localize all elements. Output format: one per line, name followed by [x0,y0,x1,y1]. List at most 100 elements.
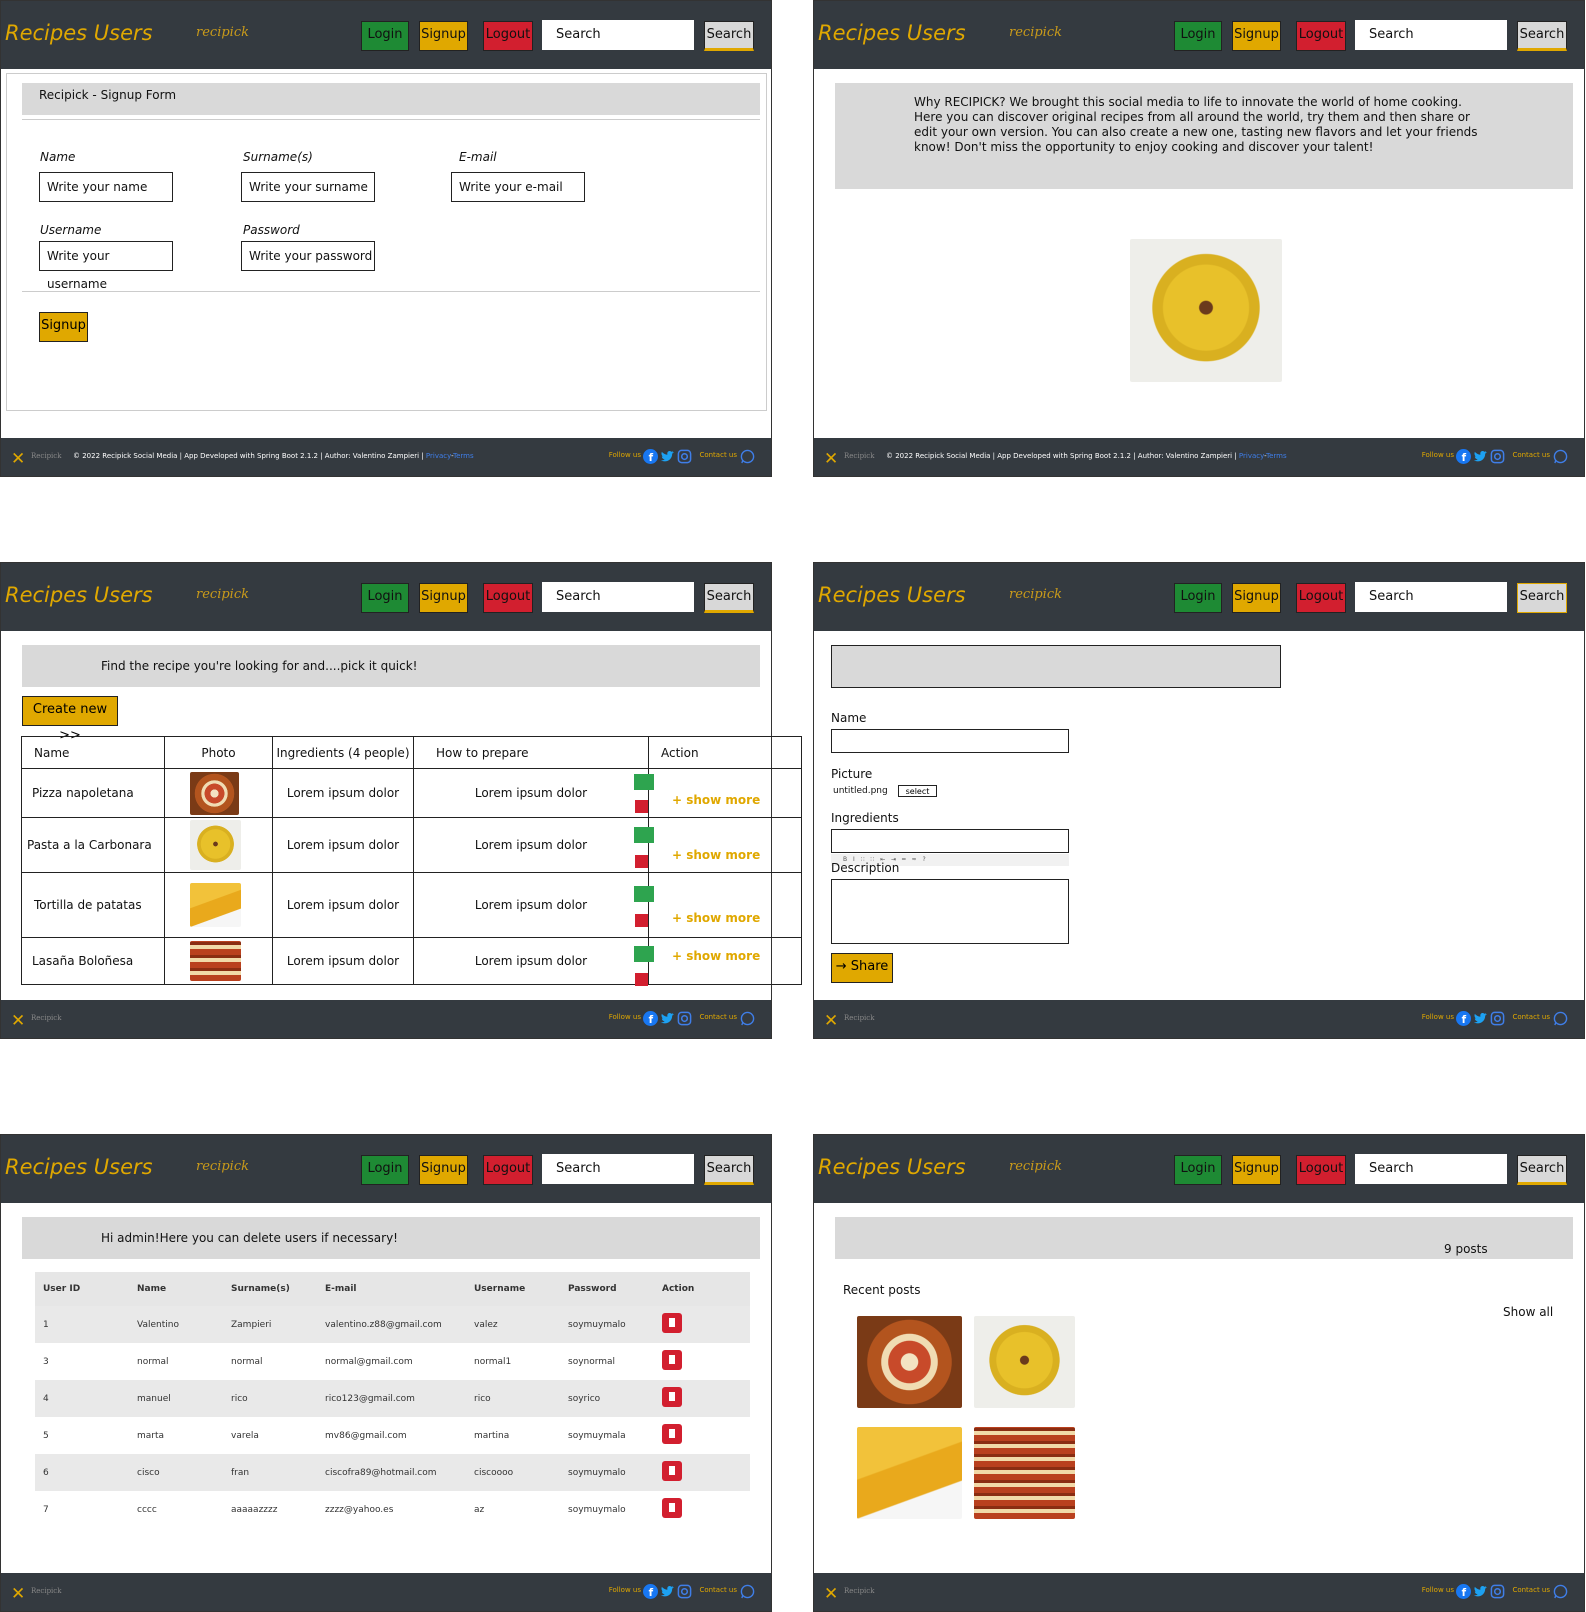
post-tortilla-image[interactable] [857,1427,962,1519]
search-button[interactable]: Search [704,1155,754,1185]
logout-button[interactable]: Logout [483,1155,533,1185]
share-button[interactable]: → Share [831,953,893,983]
email-field[interactable]: Write your e-mail [451,172,585,202]
trash-icon[interactable] [662,1387,682,1407]
show-more-link[interactable]: + show more [672,949,760,963]
logo-icon[interactable]: recipick [196,1159,249,1174]
signup-submit-button[interactable]: Signup [39,312,88,342]
login-button[interactable]: Login [361,1155,409,1185]
edit-icon[interactable] [634,827,654,843]
search-input[interactable]: Search [542,20,694,50]
edit-icon[interactable] [634,774,654,790]
contact-us[interactable]: Contact us [1512,1586,1550,1594]
search-input[interactable]: Search [1355,582,1507,612]
signup-button[interactable]: Signup [1232,583,1281,613]
contact-us[interactable]: Contact us [699,1586,737,1594]
pizza-image[interactable] [190,771,239,815]
terms-link[interactable]: Terms [453,452,474,460]
show-more-link[interactable]: + show more [672,848,760,862]
search-input[interactable]: Search [1355,1154,1507,1184]
logo-icon[interactable]: recipick [1009,587,1062,602]
delete-icon[interactable] [635,800,648,813]
trash-icon[interactable] [662,1498,682,1518]
logo-icon[interactable]: recipick [1009,25,1062,40]
facebook-icon[interactable]: f [643,449,658,464]
logout-button[interactable]: Logout [483,21,533,51]
contact-us[interactable]: Contact us [1512,451,1550,459]
carbonara-image[interactable] [190,820,241,870]
delete-icon[interactable] [635,914,648,927]
post-lasagna-image[interactable] [974,1427,1075,1519]
post-carbonara-image[interactable] [974,1316,1075,1408]
search-button[interactable]: Search [1517,583,1567,613]
show-more-link[interactable]: + show more [672,793,760,807]
show-more-link[interactable]: + show more [672,911,760,925]
username-field[interactable]: Write your username [39,241,173,291]
logout-button[interactable]: Logout [1296,1155,1346,1185]
post-pizza-image[interactable] [857,1316,962,1408]
twitter-icon[interactable] [1473,1011,1488,1026]
search-button[interactable]: Search [704,583,754,613]
recipe-name[interactable]: Tortilla de patatas [21,872,165,938]
facebook-icon[interactable]: f [1456,1584,1471,1599]
twitter-icon[interactable] [1473,449,1488,464]
trash-icon[interactable] [662,1350,682,1370]
facebook-icon[interactable]: f [1456,449,1471,464]
trash-icon[interactable] [662,1461,682,1481]
delete-icon[interactable] [635,973,648,986]
brand-title[interactable]: Recipes Users [5,583,153,607]
whatsapp-icon[interactable] [1553,449,1568,464]
login-button[interactable]: Login [361,583,409,613]
instagram-icon[interactable] [677,449,692,464]
facebook-icon[interactable]: f [643,1011,658,1026]
trash-icon[interactable] [662,1424,682,1444]
ingredients-field[interactable] [831,829,1069,853]
search-button[interactable]: Search [1517,21,1567,51]
search-button[interactable]: Search [1517,1155,1567,1185]
signup-button[interactable]: Signup [419,583,468,613]
logo-icon[interactable]: recipick [196,587,249,602]
login-button[interactable]: Login [1174,1155,1222,1185]
edit-icon[interactable] [634,946,654,962]
contact-us[interactable]: Contact us [699,1013,737,1021]
signup-button[interactable]: Signup [419,1155,468,1185]
facebook-icon[interactable]: f [643,1584,658,1599]
description-field[interactable] [831,879,1069,944]
twitter-icon[interactable] [660,1011,675,1026]
search-input[interactable]: Search [542,1154,694,1184]
brand-title[interactable]: Recipes Users [5,21,153,45]
twitter-icon[interactable] [1473,1584,1488,1599]
login-button[interactable]: Login [361,21,409,51]
name-field[interactable]: Write your name [39,172,173,202]
whatsapp-icon[interactable] [1553,1011,1568,1026]
recipe-name[interactable]: Pizza napoletana [21,768,165,818]
recipe-name[interactable]: Lasaña Boloñesa [21,937,165,985]
contact-us[interactable]: Contact us [1512,1013,1550,1021]
search-button[interactable]: Search [704,21,754,51]
recipe-name-field[interactable] [831,729,1069,753]
delete-icon[interactable] [635,855,648,868]
twitter-icon[interactable] [660,449,675,464]
logout-button[interactable]: Logout [1296,583,1346,613]
instagram-icon[interactable] [677,1584,692,1599]
privacy-link[interactable]: Privacy [1239,452,1264,460]
brand-title[interactable]: Recipes Users [818,21,966,45]
signup-button[interactable]: Signup [1232,1155,1281,1185]
login-button[interactable]: Login [1174,583,1222,613]
login-button[interactable]: Login [1174,21,1222,51]
brand-title[interactable]: Recipes Users [5,1155,153,1179]
create-new-button[interactable]: Create new >> [22,696,118,743]
logout-button[interactable]: Logout [483,583,533,613]
instagram-icon[interactable] [677,1011,692,1026]
lasagna-image[interactable] [190,941,241,981]
trash-icon[interactable] [662,1313,682,1333]
logout-button[interactable]: Logout [1296,21,1346,51]
whatsapp-icon[interactable] [1553,1584,1568,1599]
recipe-name[interactable]: Pasta a la Carbonara [21,817,165,873]
privacy-link[interactable]: Privacy [426,452,451,460]
twitter-icon[interactable] [660,1584,675,1599]
instagram-icon[interactable] [1490,1011,1505,1026]
contact-us[interactable]: Contact us [699,451,737,459]
search-input[interactable]: Search [1355,20,1507,50]
password-field[interactable]: Write your password [241,241,375,271]
